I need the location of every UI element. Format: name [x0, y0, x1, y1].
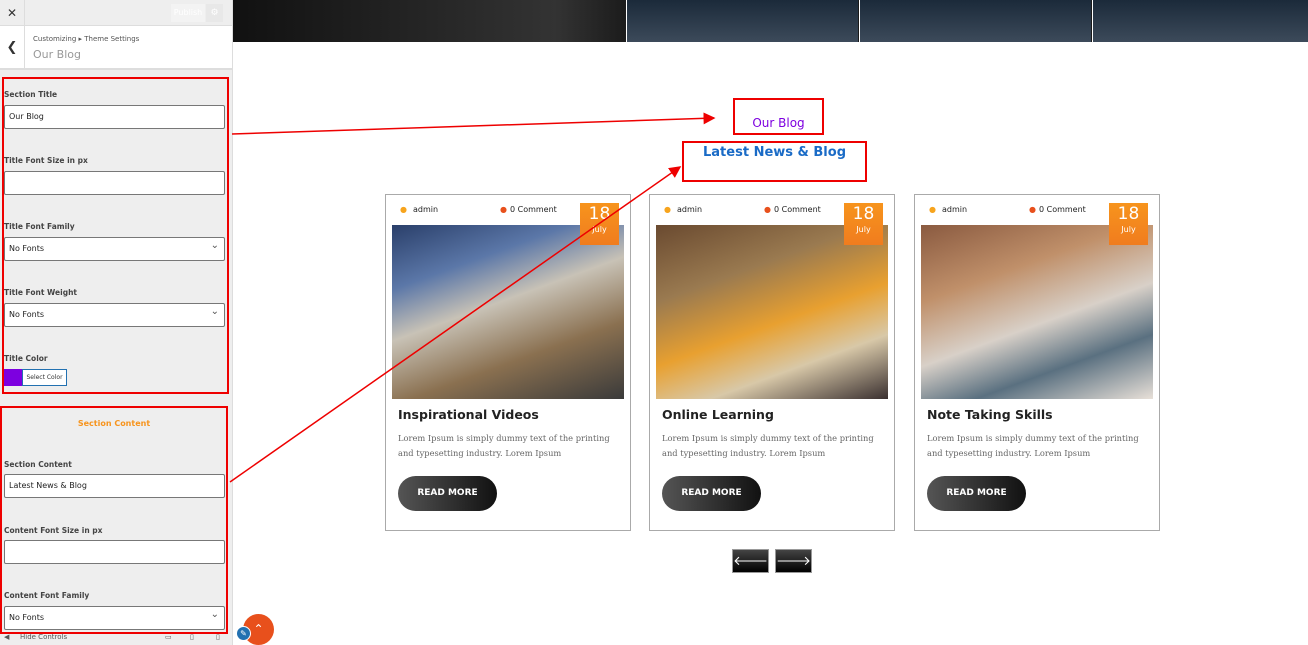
arrow-title [231, 112, 716, 135]
annotation-arrows [229, 112, 716, 483]
arrow-content [229, 166, 682, 483]
